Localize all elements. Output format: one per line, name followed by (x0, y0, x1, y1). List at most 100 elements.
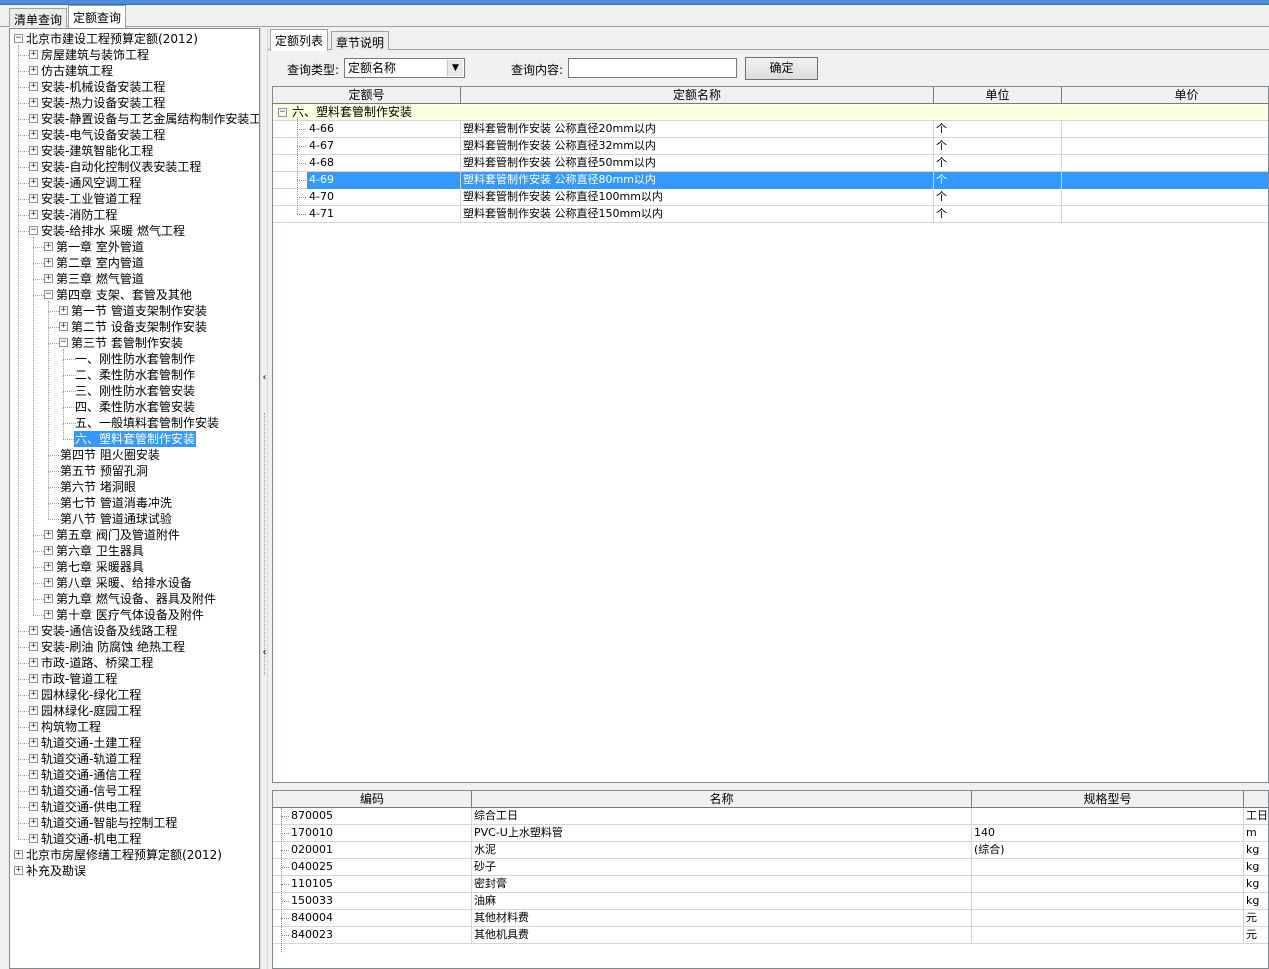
tree-item[interactable]: 构筑物工程 (40, 719, 102, 735)
expand-icon[interactable]: + (29, 802, 38, 811)
material-table[interactable]: 编码 名称 规格型号 870005 综合工日 工日 170010 PVC-U上水塑料管 1… (272, 790, 1269, 969)
expand-icon[interactable]: + (29, 82, 38, 91)
confirm-button[interactable]: 确定 (745, 57, 818, 80)
tab-quota-query[interactable]: 定额查询 (68, 5, 127, 28)
expand-icon[interactable]: + (44, 610, 53, 619)
expand-icon[interactable]: + (29, 722, 38, 731)
tree-item[interactable]: 第三章 燃气管道 (55, 271, 145, 287)
material-row[interactable]: 170010 PVC-U上水塑料管 140 m (273, 825, 1268, 842)
collapse-icon[interactable]: − (14, 34, 23, 43)
tree-item[interactable]: 园林绿化-庭园工程 (40, 703, 142, 719)
tree-item[interactable]: 第六节 堵洞眼 (59, 479, 137, 495)
tree-item[interactable]: 市政-道路、桥梁工程 (40, 655, 154, 671)
tree-item[interactable]: 北京市建设工程预算定额(2012) (25, 31, 199, 47)
expand-icon[interactable]: + (29, 770, 38, 779)
tree-item[interactable]: 安装-自动化控制仪表安装工程 (40, 159, 202, 175)
expand-icon[interactable]: + (14, 850, 23, 859)
tree-item[interactable]: 一、刚性防水套管制作 (74, 351, 196, 367)
quota-group-row[interactable]: − 六、塑料套管制作安装 (273, 104, 1268, 121)
tree-item[interactable]: 安装-建筑智能化工程 (40, 143, 154, 159)
tree-item[interactable]: 轨道交通-轨道工程 (40, 751, 142, 767)
expand-icon[interactable]: + (29, 66, 38, 75)
tree-item[interactable]: 安装-机械设备安装工程 (40, 79, 166, 95)
expand-icon[interactable]: + (29, 690, 38, 699)
quota-tree-panel[interactable]: 北京市建设工程预算定额(2012) − 房屋建筑与装饰工程 + 仿古建筑工程 + 安装-机械… (9, 28, 260, 969)
expand-icon[interactable]: + (44, 594, 53, 603)
panel-splitter[interactable]: ‹ ‹ (260, 28, 268, 969)
tree-item[interactable]: 轨道交通-供电工程 (40, 799, 142, 815)
tree-item[interactable]: 轨道交通-智能与控制工程 (40, 815, 178, 831)
query-type-select[interactable]: 定额名称 ▼ (344, 58, 465, 78)
tab-quota-list[interactable]: 定额列表 (270, 29, 329, 51)
quota-row[interactable]: 4-68 塑料套管制作安装 公称直径50mm以内个 (273, 155, 1268, 172)
col-quota-name[interactable]: 定额名称 (461, 87, 934, 104)
tree-item[interactable]: 第二节 设备支架制作安装 (70, 319, 208, 335)
collapse-icon[interactable]: − (44, 290, 53, 299)
tree-item[interactable]: 第一章 室外管道 (55, 239, 145, 255)
tree-item[interactable]: 安装-消防工程 (40, 207, 118, 223)
tree-item[interactable]: 第八章 采暖、给排水设备 (55, 575, 193, 591)
tree-item[interactable]: 安装-刷油 防腐蚀 绝热工程 (40, 639, 186, 655)
col-material-name[interactable]: 名称 (472, 791, 972, 808)
expand-icon[interactable]: + (29, 146, 38, 155)
expand-icon[interactable]: + (29, 738, 38, 747)
material-row[interactable]: 840023 其他机具费 元 (273, 927, 1268, 944)
tree-item[interactable]: 第四章 支架、套管及其他 (55, 287, 193, 303)
tree-item[interactable]: 四、柔性防水套管安装 (74, 399, 196, 415)
quota-row[interactable]: 4-67 塑料套管制作安装 公称直径32mm以内个 (273, 138, 1268, 155)
material-row[interactable]: 870005 综合工日 工日 (273, 808, 1268, 825)
quota-row[interactable]: 4-71 塑料套管制作安装 公称直径150mm以内个 (273, 206, 1268, 223)
expand-icon[interactable]: + (29, 626, 38, 635)
tree-item[interactable]: 安装-给排水 采暖 燃气工程 (40, 223, 186, 239)
tree-item[interactable]: 轨道交通-机电工程 (40, 831, 142, 847)
expand-icon[interactable]: + (44, 578, 53, 587)
collapse-icon[interactable]: − (59, 338, 68, 347)
tree-item[interactable]: 轨道交通-信号工程 (40, 783, 142, 799)
tree-item[interactable]: 第三节 套管制作安装 (70, 335, 184, 351)
tree-item[interactable]: 安装-通风空调工程 (40, 175, 142, 191)
tree-item[interactable]: 第十章 医疗气体设备及附件 (55, 607, 205, 623)
expand-icon[interactable]: + (44, 258, 53, 267)
expand-icon[interactable]: + (44, 530, 53, 539)
expand-icon[interactable]: + (29, 674, 38, 683)
expand-icon[interactable]: + (44, 242, 53, 251)
tree-item[interactable]: 仿古建筑工程 (40, 63, 114, 79)
collapse-left-arrow-icon-2[interactable]: ‹ (261, 647, 268, 659)
tree-item[interactable]: 二、柔性防水套管制作 (74, 367, 196, 383)
tree-item[interactable]: 第五节 预留孔洞 (59, 463, 149, 479)
tree-item[interactable]: 园林绿化-绿化工程 (40, 687, 142, 703)
material-row[interactable]: 150033 油麻 kg (273, 893, 1268, 910)
tree-item[interactable]: 轨道交通-通信工程 (40, 767, 142, 783)
expand-icon[interactable]: + (29, 786, 38, 795)
quota-row[interactable]: 4-66 塑料套管制作安装 公称直径20mm以内个 (273, 121, 1268, 138)
tree-item[interactable]: 轨道交通-土建工程 (40, 735, 142, 751)
tree-item[interactable]: 安装-工业管道工程 (40, 191, 142, 207)
expand-icon[interactable]: + (29, 162, 38, 171)
material-row[interactable]: 110105 密封膏 kg (273, 876, 1268, 893)
expand-icon[interactable]: + (59, 322, 68, 331)
tree-item[interactable]: 第一节 管道支架制作安装 (70, 303, 208, 319)
material-row[interactable]: 020001 水泥 (综合) kg (273, 842, 1268, 859)
tree-item[interactable]: 第九章 燃气设备、器具及附件 (55, 591, 217, 607)
tree-item[interactable]: 第八节 管道通球试验 (59, 511, 173, 527)
tree-item[interactable]: 安装-热力设备安装工程 (40, 95, 166, 111)
expand-icon[interactable]: + (29, 114, 38, 123)
expand-icon[interactable]: + (29, 706, 38, 715)
expand-icon[interactable]: + (29, 130, 38, 139)
material-row[interactable]: 840004 其他材料费 元 (273, 910, 1268, 927)
tree-item[interactable]: 北京市房屋修缮工程预算定额(2012) (25, 847, 223, 863)
quota-row[interactable]: 4-69 塑料套管制作安装 公称直径80mm以内个 (273, 172, 1268, 189)
col-unit-price[interactable]: 单价 (1062, 87, 1268, 104)
expand-icon[interactable]: + (44, 562, 53, 571)
tree-item[interactable]: 六、塑料套管制作安装 (74, 431, 197, 447)
material-row[interactable]: 040025 砂子 kg (273, 859, 1268, 876)
expand-icon[interactable]: + (29, 98, 38, 107)
expand-icon[interactable]: + (29, 834, 38, 843)
tree-item[interactable]: 安装-通信设备及线路工程 (40, 623, 178, 639)
tree-item[interactable]: 第六章 卫生器具 (55, 543, 145, 559)
tree-item[interactable]: 第二章 室内管道 (55, 255, 145, 271)
expand-icon[interactable]: + (29, 642, 38, 651)
collapse-icon[interactable]: − (278, 108, 287, 117)
tree-item[interactable]: 市政-管道工程 (40, 671, 118, 687)
tab-chapter-notes[interactable]: 章节说明 (331, 31, 390, 50)
